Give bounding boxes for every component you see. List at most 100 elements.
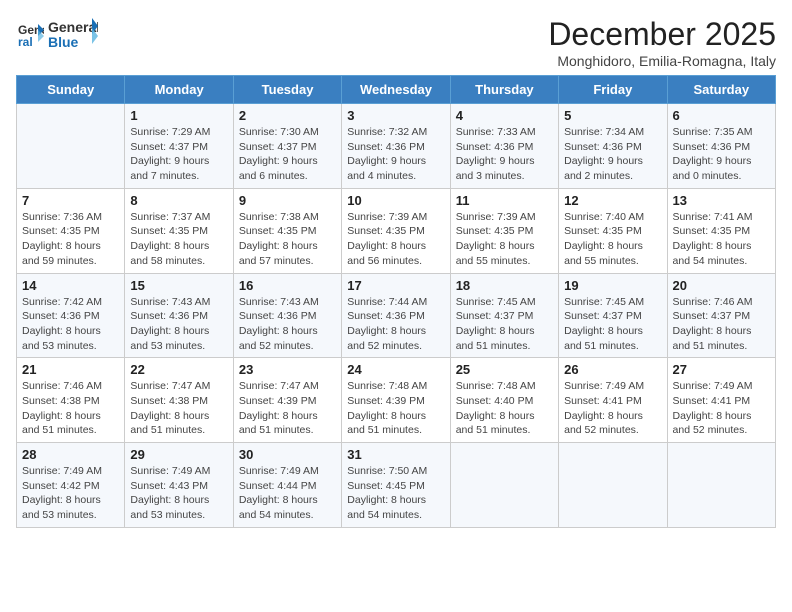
calendar-cell: 8 Sunrise: 7:37 AMSunset: 4:35 PMDaylight… — [125, 188, 233, 273]
day-info: Sunrise: 7:39 AMSunset: 4:35 PMDaylight:… — [347, 210, 444, 269]
day-number: 1 — [130, 108, 227, 123]
calendar-week-4: 21Sunrise: 7:46 AMSunset: 4:38 PMDayligh… — [17, 358, 776, 443]
day-info: Sunrise: 7:32 AMSunset: 4:36 PMDaylight:… — [347, 125, 444, 184]
calendar-cell: 21Sunrise: 7:46 AMSunset: 4:38 PMDayligh… — [17, 358, 125, 443]
day-number: 11 — [456, 193, 553, 208]
day-info: Sunrise: 7:45 AMSunset: 4:37 PMDaylight:… — [456, 295, 553, 354]
calendar-cell: 23 Sunrise: 7:47 AMSunset: 4:39 PMDayligh… — [233, 358, 341, 443]
day-info: Sunrise: 7:50 AMSunset: 4:45 PMDaylight:… — [347, 464, 444, 523]
calendar-cell: 26Sunrise: 7:49 AMSunset: 4:41 PMDayligh… — [559, 358, 667, 443]
day-info: Sunrise: 7:45 AMSunset: 4:37 PMDaylight:… — [564, 295, 661, 354]
calendar-cell: 19 Sunrise: 7:45 AMSunset: 4:37 PMDayligh… — [559, 273, 667, 358]
calendar-cell: 9 Sunrise: 7:38 AMSunset: 4:35 PMDaylight… — [233, 188, 341, 273]
calendar-cell: 27Sunrise: 7:49 AMSunset: 4:41 PMDayligh… — [667, 358, 775, 443]
dow-header-monday: Monday — [125, 76, 233, 104]
calendar-cell: 7 Sunrise: 7:36 AMSunset: 4:35 PMDaylight… — [17, 188, 125, 273]
day-number: 23 — [239, 362, 336, 377]
calendar-cell: 22Sunrise: 7:47 AMSunset: 4:38 PMDayligh… — [125, 358, 233, 443]
calendar-cell: 12 Sunrise: 7:40 AMSunset: 4:35 PMDayligh… — [559, 188, 667, 273]
day-info: Sunrise: 7:49 AMSunset: 4:41 PMDaylight:… — [564, 379, 661, 438]
day-number: 18 — [456, 278, 553, 293]
day-info: Sunrise: 7:40 AMSunset: 4:35 PMDaylight:… — [564, 210, 661, 269]
day-number: 20 — [673, 278, 770, 293]
calendar-cell — [667, 443, 775, 528]
day-number: 7 — [22, 193, 119, 208]
day-number: 30 — [239, 447, 336, 462]
day-info: Sunrise: 7:47 AMSunset: 4:39 PMDaylight:… — [239, 379, 336, 438]
calendar-cell: 30 Sunrise: 7:49 AMSunset: 4:44 PMDayligh… — [233, 443, 341, 528]
day-number: 24 — [347, 362, 444, 377]
day-number: 21 — [22, 362, 119, 377]
day-number: 19 — [564, 278, 661, 293]
calendar-cell: 1 Sunrise: 7:29 AMSunset: 4:37 PMDaylight… — [125, 104, 233, 189]
calendar-cell: 17 Sunrise: 7:44 AMSunset: 4:36 PMDayligh… — [342, 273, 450, 358]
day-number: 16 — [239, 278, 336, 293]
logo-icon: Gene ral — [16, 20, 44, 48]
svg-text:ral: ral — [18, 35, 33, 48]
day-number: 13 — [673, 193, 770, 208]
calendar-cell: 14Sunrise: 7:42 AMSunset: 4:36 PMDayligh… — [17, 273, 125, 358]
dow-header-friday: Friday — [559, 76, 667, 104]
calendar-cell: 3 Sunrise: 7:32 AMSunset: 4:36 PMDaylight… — [342, 104, 450, 189]
day-number: 4 — [456, 108, 553, 123]
day-info: Sunrise: 7:30 AMSunset: 4:37 PMDaylight:… — [239, 125, 336, 184]
day-info: Sunrise: 7:49 AMSunset: 4:42 PMDaylight:… — [22, 464, 119, 523]
day-number: 31 — [347, 447, 444, 462]
general-blue-logo-svg: General Blue — [48, 16, 98, 52]
dow-header-sunday: Sunday — [17, 76, 125, 104]
svg-text:Blue: Blue — [48, 34, 79, 50]
day-info: Sunrise: 7:42 AMSunset: 4:36 PMDaylight:… — [22, 295, 119, 354]
day-info: Sunrise: 7:36 AMSunset: 4:35 PMDaylight:… — [22, 210, 119, 269]
page-header: Gene ral General Blue December 2025 Mong… — [16, 16, 776, 69]
day-number: 2 — [239, 108, 336, 123]
calendar-cell: 20 Sunrise: 7:46 AMSunset: 4:37 PMDayligh… — [667, 273, 775, 358]
calendar-cell: 24 Sunrise: 7:48 AMSunset: 4:39 PMDayligh… — [342, 358, 450, 443]
day-info: Sunrise: 7:37 AMSunset: 4:35 PMDaylight:… — [130, 210, 227, 269]
calendar-cell: 31 Sunrise: 7:50 AMSunset: 4:45 PMDayligh… — [342, 443, 450, 528]
day-info: Sunrise: 7:49 AMSunset: 4:43 PMDaylight:… — [130, 464, 227, 523]
day-number: 15 — [130, 278, 227, 293]
day-number: 8 — [130, 193, 227, 208]
day-number: 9 — [239, 193, 336, 208]
day-info: Sunrise: 7:43 AMSunset: 4:36 PMDaylight:… — [239, 295, 336, 354]
day-number: 3 — [347, 108, 444, 123]
day-number: 22 — [130, 362, 227, 377]
day-number: 17 — [347, 278, 444, 293]
day-info: Sunrise: 7:46 AMSunset: 4:37 PMDaylight:… — [673, 295, 770, 354]
location: Monghidoro, Emilia-Romagna, Italy — [548, 53, 776, 69]
day-info: Sunrise: 7:35 AMSunset: 4:36 PMDaylight:… — [673, 125, 770, 184]
calendar-week-5: 28Sunrise: 7:49 AMSunset: 4:42 PMDayligh… — [17, 443, 776, 528]
calendar-cell: 5Sunrise: 7:34 AMSunset: 4:36 PMDaylight… — [559, 104, 667, 189]
day-info: Sunrise: 7:49 AMSunset: 4:44 PMDaylight:… — [239, 464, 336, 523]
calendar-cell: 2 Sunrise: 7:30 AMSunset: 4:37 PMDaylight… — [233, 104, 341, 189]
calendar-cell: 29 Sunrise: 7:49 AMSunset: 4:43 PMDayligh… — [125, 443, 233, 528]
day-info: Sunrise: 7:29 AMSunset: 4:37 PMDaylight:… — [130, 125, 227, 184]
day-number: 29 — [130, 447, 227, 462]
month-title: December 2025 — [548, 16, 776, 53]
calendar-week-3: 14Sunrise: 7:42 AMSunset: 4:36 PMDayligh… — [17, 273, 776, 358]
day-number: 5 — [564, 108, 661, 123]
dow-header-saturday: Saturday — [667, 76, 775, 104]
day-info: Sunrise: 7:39 AMSunset: 4:35 PMDaylight:… — [456, 210, 553, 269]
dow-header-wednesday: Wednesday — [342, 76, 450, 104]
calendar-cell: 16 Sunrise: 7:43 AMSunset: 4:36 PMDayligh… — [233, 273, 341, 358]
day-info: Sunrise: 7:48 AMSunset: 4:40 PMDaylight:… — [456, 379, 553, 438]
dow-header-tuesday: Tuesday — [233, 76, 341, 104]
day-info: Sunrise: 7:38 AMSunset: 4:35 PMDaylight:… — [239, 210, 336, 269]
day-info: Sunrise: 7:41 AMSunset: 4:35 PMDaylight:… — [673, 210, 770, 269]
day-number: 12 — [564, 193, 661, 208]
logo: Gene ral General Blue — [16, 16, 98, 52]
day-info: Sunrise: 7:43 AMSunset: 4:36 PMDaylight:… — [130, 295, 227, 354]
calendar-cell — [559, 443, 667, 528]
day-info: Sunrise: 7:49 AMSunset: 4:41 PMDaylight:… — [673, 379, 770, 438]
svg-text:General: General — [48, 19, 98, 35]
calendar-cell: 13 Sunrise: 7:41 AMSunset: 4:35 PMDayligh… — [667, 188, 775, 273]
day-info: Sunrise: 7:48 AMSunset: 4:39 PMDaylight:… — [347, 379, 444, 438]
title-block: December 2025 Monghidoro, Emilia-Romagna… — [548, 16, 776, 69]
day-info: Sunrise: 7:44 AMSunset: 4:36 PMDaylight:… — [347, 295, 444, 354]
calendar-week-1: 1 Sunrise: 7:29 AMSunset: 4:37 PMDaylight… — [17, 104, 776, 189]
calendar-cell: 28Sunrise: 7:49 AMSunset: 4:42 PMDayligh… — [17, 443, 125, 528]
calendar-cell — [450, 443, 558, 528]
calendar-cell: 15 Sunrise: 7:43 AMSunset: 4:36 PMDayligh… — [125, 273, 233, 358]
day-info: Sunrise: 7:33 AMSunset: 4:36 PMDaylight:… — [456, 125, 553, 184]
